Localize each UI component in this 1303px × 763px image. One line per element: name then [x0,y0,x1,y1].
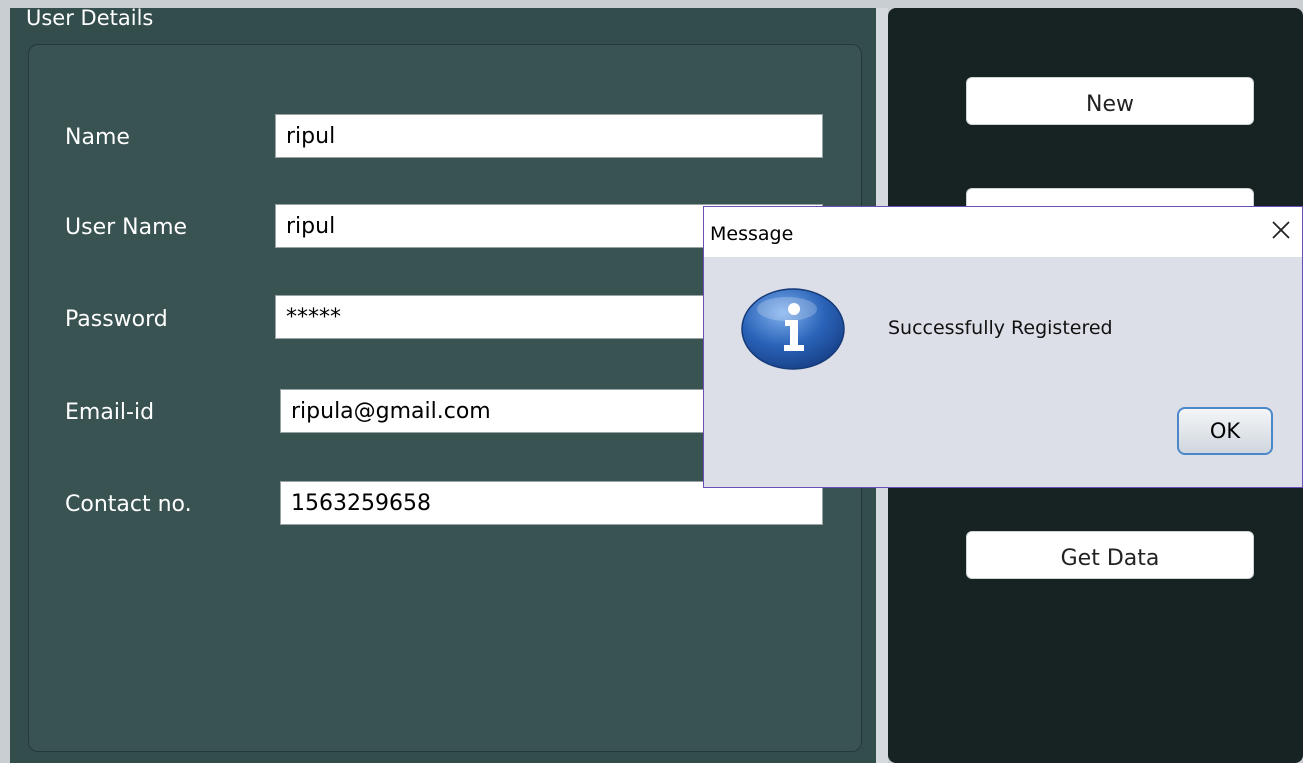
message-dialog: Message Successfully Registered OK [703,206,1303,488]
name-label: Name [65,125,130,150]
dialog-title: Message [710,223,794,245]
dialog-titlebar: Message [704,207,1302,257]
close-icon[interactable] [1266,215,1296,245]
name-input[interactable] [275,114,823,158]
group-title: User Details [26,6,154,30]
password-label: Password [65,307,168,332]
dialog-message: Successfully Registered [888,317,1113,339]
user-name-label: User Name [65,215,188,240]
email-label: Email-id [65,400,155,425]
new-button[interactable]: New [966,77,1254,125]
ok-button[interactable]: OK [1177,407,1273,455]
get-data-button[interactable]: Get Data [966,531,1254,579]
info-icon [741,288,845,370]
contact-label: Contact no. [65,492,192,517]
